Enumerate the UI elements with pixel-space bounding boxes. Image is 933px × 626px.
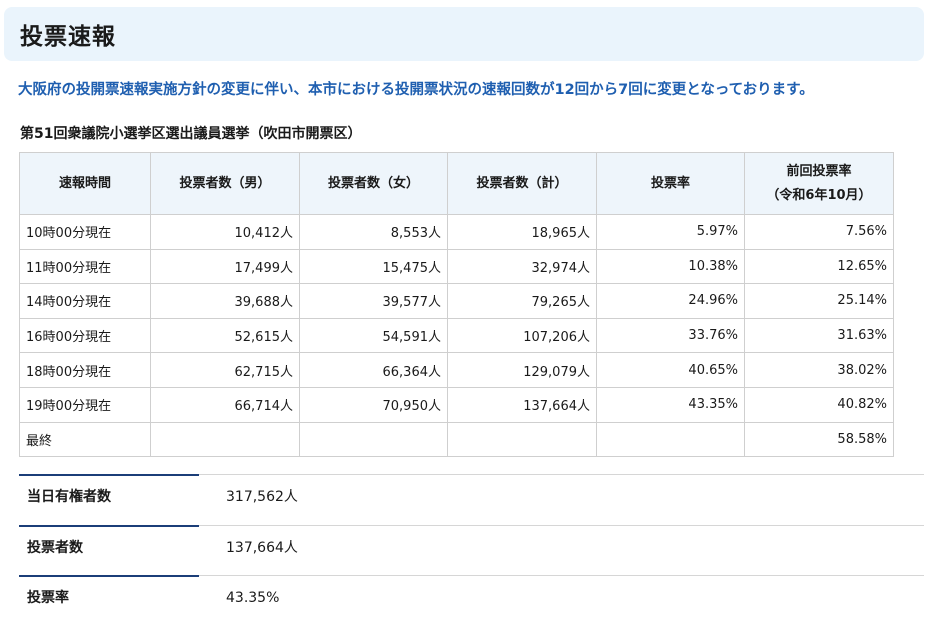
summary-value: 137,664人 <box>226 539 298 556</box>
cell-time: 10時00分現在 <box>19 214 151 250</box>
cell-previous-rate: 25.14% <box>744 283 894 319</box>
header-previous-rate-label: 前回投票率 <box>786 163 852 179</box>
cell-total: 32,974人 <box>447 248 597 285</box>
header-previous-rate-note: （令和6年10月） <box>766 187 872 203</box>
cell-total: 107,206人 <box>447 317 597 354</box>
summary-label: 投票者数 <box>27 539 83 556</box>
cell-previous-rate: 38.02% <box>744 352 894 388</box>
cell-male: 52,615人 <box>150 317 300 354</box>
cell-total: 18,965人 <box>447 214 597 250</box>
cell-female: 66,364人 <box>299 352 448 388</box>
summary-list: 当日有権者数 317,562人 投票者数 137,664人 投票率 43.35% <box>19 474 924 626</box>
cell-total: 129,079人 <box>447 352 597 388</box>
summary-value: 317,562人 <box>226 489 298 505</box>
cell-time: 19時00分現在 <box>19 386 151 423</box>
cell-male: 17,499人 <box>150 248 300 285</box>
cell-previous-rate: 58.58% <box>744 421 894 458</box>
cell-time: 11時00分現在 <box>19 248 151 285</box>
table-row: 11時00分現在 17,499人 15,475人 32,974人 10.38% … <box>19 248 894 285</box>
header-total: 投票者数（計） <box>447 152 597 215</box>
summary-row-voters: 投票者数 137,664人 <box>19 524 924 576</box>
header-time: 速報時間 <box>19 152 151 215</box>
cell-total <box>447 421 597 458</box>
cell-male: 66,714人 <box>150 386 300 423</box>
cell-female: 39,577人 <box>299 283 448 319</box>
cell-total: 79,265人 <box>447 283 597 319</box>
cell-female: 8,553人 <box>299 214 448 250</box>
cell-rate: 33.76% <box>596 317 745 354</box>
summary-value: 43.35% <box>226 590 280 606</box>
cell-rate: 40.65% <box>596 352 745 388</box>
header-male: 投票者数（男） <box>150 152 300 215</box>
page-title: 投票速報 <box>20 24 116 50</box>
table-row: 最終 58.58% <box>19 421 894 458</box>
header-female: 投票者数（女） <box>299 152 448 215</box>
cell-female: 54,591人 <box>299 317 448 354</box>
cell-time: 14時00分現在 <box>19 283 151 319</box>
summary-row-turnout: 投票率 43.35% <box>19 575 924 626</box>
cell-previous-rate: 31.63% <box>744 317 894 354</box>
table-row: 14時00分現在 39,688人 39,577人 79,265人 24.96% … <box>19 283 894 319</box>
table-caption: 第51回衆議院小選挙区選出議員選挙（吹田市開票区） <box>20 126 362 142</box>
cell-female: 70,950人 <box>299 386 448 423</box>
cell-time: 最終 <box>19 421 151 458</box>
cell-male <box>150 421 300 458</box>
cell-male: 10,412人 <box>150 214 300 250</box>
summary-label: 投票率 <box>27 590 69 606</box>
summary-label: 当日有権者数 <box>27 489 111 505</box>
page-title-banner: 投票速報 <box>4 7 924 61</box>
cell-rate <box>596 421 745 458</box>
cell-rate: 5.97% <box>596 214 745 250</box>
cell-previous-rate: 7.56% <box>744 214 894 250</box>
summary-row-eligible-voters: 当日有権者数 317,562人 <box>19 474 924 525</box>
cell-total: 137,664人 <box>447 386 597 423</box>
table-row: 16時00分現在 52,615人 54,591人 107,206人 33.76%… <box>19 317 894 354</box>
cell-male: 39,688人 <box>150 283 300 319</box>
header-previous-rate: 前回投票率 （令和6年10月） <box>744 152 894 215</box>
table-row: 19時00分現在 66,714人 70,950人 137,664人 43.35%… <box>19 386 894 423</box>
results-table: 速報時間 投票者数（男） 投票者数（女） 投票者数（計） 投票率 前回投票率 （… <box>19 152 894 458</box>
cell-female <box>299 421 448 458</box>
cell-previous-rate: 12.65% <box>744 248 894 285</box>
cell-male: 62,715人 <box>150 352 300 388</box>
cell-rate: 10.38% <box>596 248 745 285</box>
table-row: 18時00分現在 62,715人 66,364人 129,079人 40.65%… <box>19 352 894 388</box>
header-rate: 投票率 <box>596 152 745 215</box>
cell-time: 16時00分現在 <box>19 317 151 354</box>
cell-rate: 43.35% <box>596 386 745 423</box>
table-header-row: 速報時間 投票者数（男） 投票者数（女） 投票者数（計） 投票率 前回投票率 （… <box>19 152 894 215</box>
notice-text: 大阪府の投開票速報実施方針の変更に伴い、本市における投開票状況の速報回数が12回… <box>18 82 814 98</box>
cell-previous-rate: 40.82% <box>744 386 894 423</box>
cell-time: 18時00分現在 <box>19 352 151 388</box>
cell-rate: 24.96% <box>596 283 745 319</box>
cell-female: 15,475人 <box>299 248 448 285</box>
table-row: 10時00分現在 10,412人 8,553人 18,965人 5.97% 7.… <box>19 214 894 250</box>
